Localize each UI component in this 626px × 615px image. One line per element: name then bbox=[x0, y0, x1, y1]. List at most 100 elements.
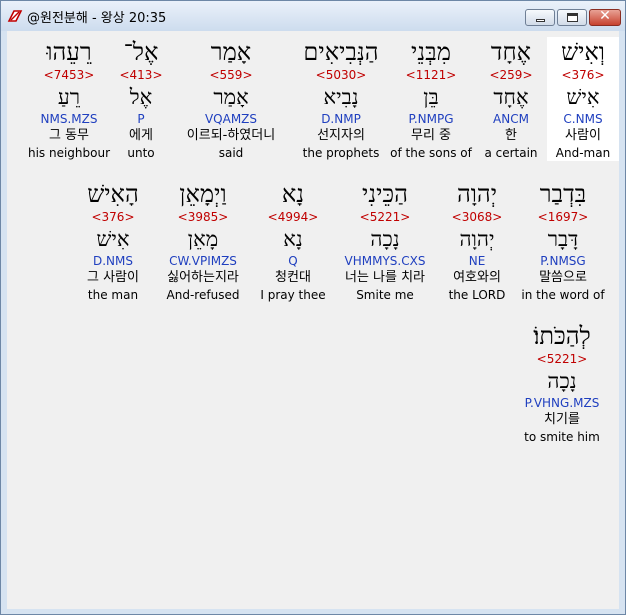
korean-gloss: 에게 bbox=[129, 128, 153, 143]
english-gloss: in the word of bbox=[521, 288, 605, 302]
english-gloss: said bbox=[218, 146, 244, 160]
parsing-code: C.NMS bbox=[563, 112, 603, 126]
hebrew-word: הָאִישׁ bbox=[87, 180, 139, 208]
english-gloss: to smite him bbox=[524, 430, 600, 444]
lemma: אֶחָד bbox=[493, 85, 529, 109]
hebrew-word: מִבְּנֵי bbox=[411, 38, 451, 66]
english-gloss: And-refused bbox=[166, 288, 240, 302]
strong-number: <3985> bbox=[177, 210, 229, 224]
parsing-code: P bbox=[137, 112, 145, 126]
strong-number: <259> bbox=[489, 68, 533, 82]
korean-gloss: 말씀으로 bbox=[539, 270, 587, 285]
hebrew-word: אֶחָד bbox=[490, 38, 532, 66]
minimize-button[interactable] bbox=[525, 9, 555, 26]
hebrew-word: נָא bbox=[281, 180, 305, 208]
hebrew-word: אֶל־ bbox=[123, 38, 159, 66]
hebrew-word: הַכֵּינִי bbox=[362, 180, 408, 208]
word-block[interactable]: הַכֵּינִי <5221> נָכָה VHMMYS.CXS 너는 나를 … bbox=[335, 179, 435, 303]
lemma: יְהוָה bbox=[459, 227, 495, 251]
parsing-code: P.NMSG bbox=[540, 254, 586, 268]
lemma: בֵּן bbox=[423, 85, 439, 109]
word-block[interactable]: הָאִישׁ <376> אִישׁ D.NMS 그 사람이 the man bbox=[71, 179, 155, 303]
english-gloss: unto bbox=[127, 146, 155, 160]
korean-gloss: 너는 나를 치라 bbox=[344, 270, 426, 285]
title-bar[interactable]: @원전분해 - 왕상 20:35 ✕ bbox=[1, 1, 625, 31]
english-gloss: his neighbour bbox=[27, 146, 111, 160]
strong-number: <3068> bbox=[451, 210, 503, 224]
word-block[interactable]: לְהַכֹּתוֹ׃ <5221> נָכָה P.VHNG.MZS 치기를 … bbox=[513, 321, 611, 445]
strong-number: <5221> bbox=[359, 210, 411, 224]
word-block[interactable]: אֶל־ <413> אֶל P 에게 unto bbox=[113, 37, 169, 161]
parsing-code: P.VHNG.MZS bbox=[524, 396, 600, 410]
maximize-button[interactable] bbox=[557, 9, 587, 26]
hebrew-word: בִּדְבַר bbox=[539, 180, 587, 208]
window-title: @원전분해 - 왕상 20:35 bbox=[27, 11, 167, 26]
strong-number: <4994> bbox=[267, 210, 319, 224]
hebrew-word: לְהַכֹּתוֹ׃ bbox=[533, 322, 591, 350]
close-icon: ✕ bbox=[599, 8, 611, 24]
parsing-code: P.NMPG bbox=[408, 112, 454, 126]
korean-gloss: 한 bbox=[505, 128, 517, 143]
parsing-code: VQAMZS bbox=[204, 112, 258, 126]
parsing-code: D.NMS bbox=[92, 254, 133, 268]
korean-gloss: 이르되-하였더니 bbox=[186, 128, 276, 143]
english-gloss: the prophets bbox=[302, 146, 380, 160]
english-gloss: the man bbox=[87, 288, 139, 302]
word-block[interactable]: וְאִישׁ <376> אִישׁ C.NMS 사람이 And-man bbox=[547, 37, 619, 161]
korean-gloss: 선지자의 bbox=[317, 128, 365, 143]
parsing-code: NMS.MZS bbox=[40, 112, 98, 126]
korean-gloss: 사람이 bbox=[565, 128, 601, 143]
english-gloss: I pray thee bbox=[260, 288, 326, 302]
strong-number: <5221> bbox=[536, 352, 588, 366]
parsing-code: D.NMP bbox=[321, 112, 361, 126]
strong-number: <1121> bbox=[405, 68, 457, 82]
word-block[interactable]: רֵעֵהוּ <7453> רֵעַ NMS.MZS 그 동무 his nei… bbox=[27, 37, 111, 161]
hebrew-word: הַנְּבִיאִים bbox=[303, 38, 379, 66]
parsing-code: CW.VPIMZS bbox=[169, 254, 237, 268]
lemma: אִישׁ bbox=[96, 227, 130, 251]
word-block[interactable]: אָמַר <559> אָמַר VQAMZS 이르되-하였더니 said bbox=[173, 37, 289, 161]
parsing-code: VHMMYS.CXS bbox=[344, 254, 426, 268]
strong-number: <376> bbox=[91, 210, 135, 224]
parsing-code: NE bbox=[468, 254, 486, 268]
minimize-icon bbox=[536, 19, 545, 22]
word-block[interactable]: בִּדְבַר <1697> דָּבָר P.NMSG 말씀으로 in th… bbox=[519, 179, 607, 303]
app-icon bbox=[7, 10, 23, 22]
lemma: אֶל bbox=[129, 85, 153, 109]
hebrew-word: וַיְמָאֵן bbox=[179, 180, 227, 208]
word-block[interactable]: הַנְּבִיאִים <5030> נָבִיא D.NMP 선지자의 th… bbox=[297, 37, 385, 161]
strong-number: <7453> bbox=[43, 68, 95, 82]
word-block[interactable]: נָא <4994> נָא Q 청컨대 I pray thee bbox=[257, 179, 329, 303]
word-block[interactable]: וַיְמָאֵן <3985> מָאֵן CW.VPIMZS 싫어하는지라 … bbox=[155, 179, 251, 303]
korean-gloss: 무리 중 bbox=[410, 128, 451, 143]
lemma: רֵעַ bbox=[57, 85, 81, 109]
lemma: אָמַר bbox=[213, 85, 249, 109]
lemma: מָאֵן bbox=[187, 227, 219, 251]
hebrew-word: יְהוָה bbox=[456, 180, 498, 208]
hebrew-word: רֵעֵהוּ bbox=[46, 38, 92, 66]
parsing-code: ANCM bbox=[493, 112, 529, 126]
parsing-code: Q bbox=[288, 254, 298, 268]
strong-number: <413> bbox=[119, 68, 163, 82]
korean-gloss: 청컨대 bbox=[275, 270, 311, 285]
strong-number: <559> bbox=[209, 68, 253, 82]
close-button[interactable]: ✕ bbox=[589, 8, 621, 26]
interlinear-panel: וְאִישׁ <376> אִישׁ C.NMS 사람이 And-man אֶ… bbox=[7, 31, 619, 609]
english-gloss: Smite me bbox=[356, 288, 414, 302]
word-block[interactable]: אֶחָד <259> אֶחָד ANCM 한 a certain bbox=[475, 37, 547, 161]
korean-gloss: 그 사람이 bbox=[87, 270, 139, 285]
strong-number: <1697> bbox=[537, 210, 589, 224]
lemma: נָבִיא bbox=[323, 85, 359, 109]
strong-number: <376> bbox=[561, 68, 605, 82]
english-gloss: of the sons of bbox=[390, 146, 472, 160]
strong-number: <5030> bbox=[315, 68, 367, 82]
word-block[interactable]: מִבְּנֵי <1121> בֵּן P.NMPG 무리 중 of the … bbox=[390, 37, 472, 161]
maximize-icon bbox=[567, 13, 578, 22]
word-block[interactable]: יְהוָה <3068> יְהוָה NE 여호와의 the LORD bbox=[441, 179, 513, 303]
hebrew-word: וְאִישׁ bbox=[561, 38, 605, 66]
lemma: דָּבָר bbox=[547, 227, 579, 251]
app-window: @원전분해 - 왕상 20:35 ✕ וְאִישׁ <376> אִישׁ C… bbox=[0, 0, 626, 615]
lemma: נָכָה bbox=[370, 227, 400, 251]
lemma: נָא bbox=[283, 227, 303, 251]
lemma: אִישׁ bbox=[566, 85, 600, 109]
